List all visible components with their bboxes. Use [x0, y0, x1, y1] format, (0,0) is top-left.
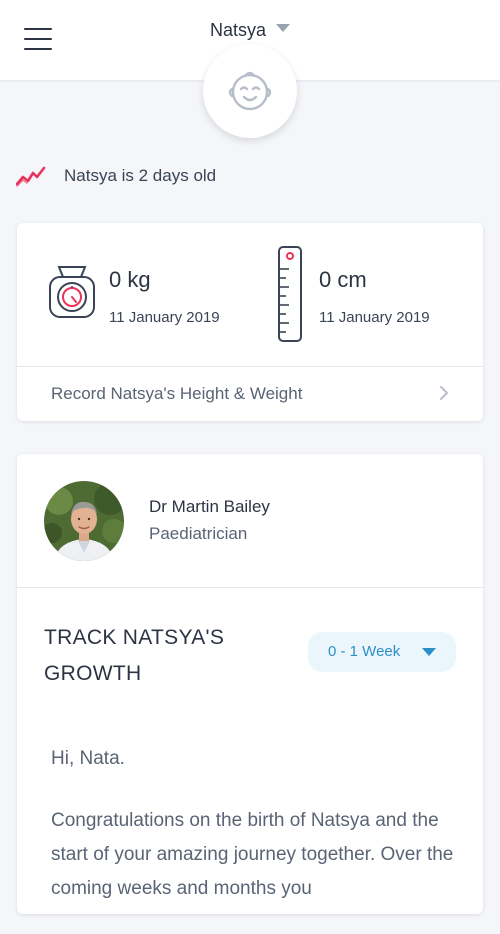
message-body: Hi, Nata. Congratulations on the birth o… — [51, 742, 461, 934]
week-selector[interactable]: 0 - 1 Week — [308, 632, 456, 672]
child-name: Natsya — [209, 20, 267, 40]
measurement-card: 0 kg 11 January 2019 0 cm 11 January 201… — [17, 223, 483, 421]
height-value: 0 cm — [319, 267, 367, 292]
child-selector[interactable]: Natsya — [0, 20, 500, 41]
chevron-right-icon — [440, 386, 448, 400]
doctor-role: Paediatrician — [149, 524, 248, 543]
caret-down-icon — [422, 648, 436, 656]
caret-down-icon — [276, 24, 291, 32]
doctor-card: Dr Martin Bailey Paediatrician TRACK NAT… — [17, 454, 483, 914]
track-growth-title: TRACK NATSYA'S GROWTH — [44, 626, 225, 685]
ruler-icon — [278, 246, 302, 342]
card-divider — [17, 587, 483, 588]
height-date: 11 January 2019 — [319, 309, 430, 326]
baby-face-icon — [228, 71, 272, 111]
weight-value: 0 kg — [109, 267, 151, 292]
scale-icon — [49, 266, 95, 318]
weight-date: 11 January 2019 — [109, 309, 220, 326]
record-height-weight-link[interactable]: Record Natsya's Height & Weight — [17, 367, 483, 421]
week-selected-label: 0 - 1 Week — [328, 643, 401, 660]
doctor-photo — [44, 481, 124, 561]
weight-block: 0 kg 11 January 2019 — [47, 245, 247, 355]
doctor-name: Dr Martin Bailey — [149, 497, 270, 516]
growth-trend-icon — [16, 166, 46, 187]
age-text: Natsya is 2 days old — [64, 166, 217, 185]
height-block: 0 cm 11 January 2019 — [277, 245, 477, 355]
record-link-label: Record Natsya's Height & Weight — [51, 384, 303, 403]
child-avatar[interactable] — [203, 44, 297, 138]
message-greeting: Hi, Nata. — [51, 748, 125, 769]
doctor-avatar — [44, 481, 124, 561]
age-row: Natsya is 2 days old — [16, 160, 216, 192]
message-paragraph: Congratulations on the birth of Natsya a… — [51, 810, 454, 899]
